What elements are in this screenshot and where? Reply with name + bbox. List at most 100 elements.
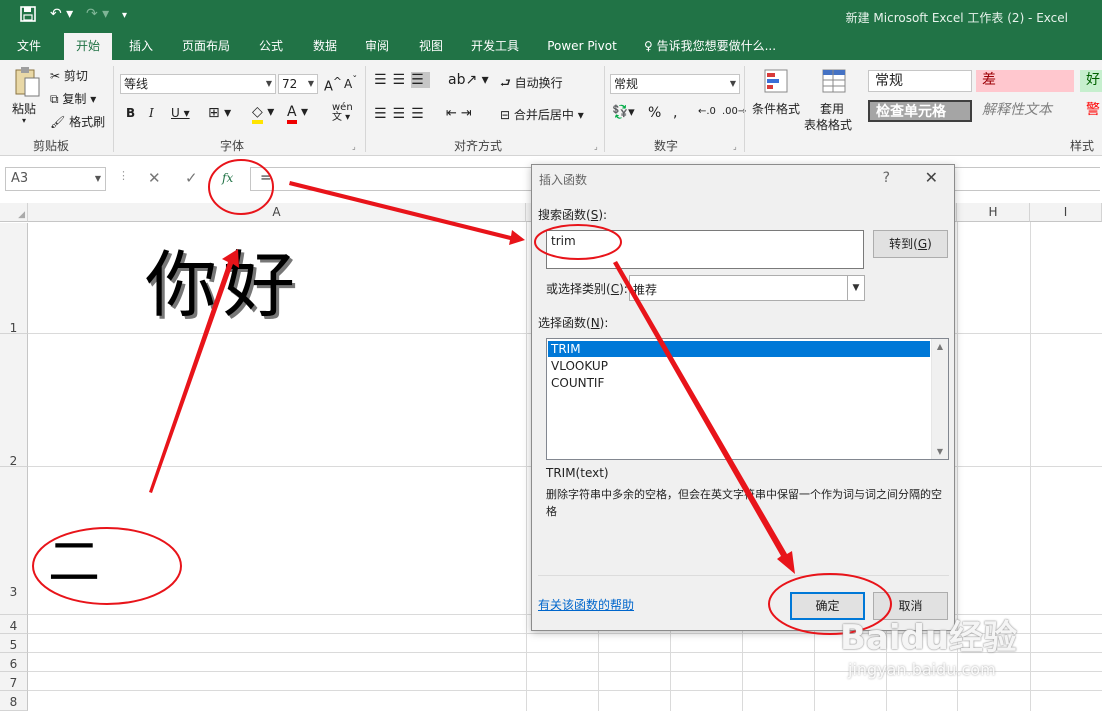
row-header-7[interactable]: 7 [0,672,28,691]
watermark-url: jingyan.baidu.com [848,660,996,679]
style-warning[interactable]: 警 [1080,100,1102,122]
save-icon[interactable] [20,6,36,26]
bold-icon[interactable]: B [126,106,135,120]
font-color-icon[interactable]: A ▾ [287,104,308,124]
category-select[interactable]: 推荐 ▼ [629,275,865,301]
tab-file[interactable]: 文件 [8,33,50,60]
select-all-corner[interactable]: ◢ [0,203,28,222]
tab-formulas[interactable]: 公式 [250,33,292,60]
cancel-formula-icon[interactable]: ✕ [148,169,161,187]
number-dialog-launcher-icon[interactable]: ⌟ [733,142,737,151]
tab-page-layout[interactable]: 页面布局 [176,33,236,60]
tab-view[interactable]: 视图 [410,33,452,60]
row-header-6[interactable]: 6 [0,653,28,672]
ribbon: 粘贴 ▾ ✂ 剪切 ⧉ 复制 ▾ 🖌 格式刷 剪贴板 等线 ▼ 72 ▼ A^ Aˇ… [0,60,1102,156]
dialog-help-button[interactable]: ? [883,170,890,186]
scroll-down-icon[interactable]: ▼ [932,447,948,456]
scroll-up-icon[interactable]: ▲ [932,342,948,351]
paste-button[interactable]: 粘贴 [12,100,36,117]
shrink-font-icon[interactable]: Aˇ [344,75,357,91]
name-box[interactable]: A3 ▼ [5,167,106,191]
style-explanatory[interactable]: 解释性文本 [976,100,1076,122]
function-list-scrollbar[interactable]: ▲ ▼ [931,339,948,459]
conditional-format-icon[interactable] [762,68,792,96]
underline-icon[interactable]: U ▾ [171,106,190,120]
grow-font-icon[interactable]: A^ [324,75,342,94]
function-help-link[interactable]: 有关该函数的帮助 [538,596,634,613]
wrap-text-button[interactable]: ⮐ 自动换行 [500,74,563,95]
go-button[interactable]: 转到(G) [873,230,948,258]
row-header-3[interactable]: 3 [0,467,28,615]
border-icon[interactable]: ⊞ ▾ [208,105,231,121]
tab-data[interactable]: 数据 [304,33,346,60]
table-format-line1[interactable]: 套用 [820,100,844,117]
tab-review[interactable]: 审阅 [356,33,398,60]
search-function-input[interactable]: trim [546,230,864,269]
title-bar: ↶ ▾ ↷ ▾ ▾ 新建 Microsoft Excel 工作表 (2) - E… [0,0,1102,33]
row-header-2[interactable]: 2 [0,334,28,468]
style-bad[interactable]: 差 [976,70,1074,92]
paste-icon[interactable] [12,66,42,97]
style-check-cell[interactable]: 检查单元格 [868,100,972,122]
undo-icon[interactable]: ↶ ▾ [50,6,73,22]
italic-icon[interactable]: I [149,106,154,120]
cell-a1-text[interactable]: 你好 [145,240,301,330]
function-signature: TRIM(text) [546,466,609,480]
function-item-vlookup[interactable]: VLOOKUP [548,358,930,374]
fill-color-icon[interactable]: ◇ ▾ [252,104,274,124]
insert-function-icon[interactable]: fx [222,171,233,185]
tab-developer[interactable]: 开发工具 [464,33,526,60]
style-normal[interactable]: 常规 [868,70,972,92]
function-item-trim[interactable]: TRIM [548,341,930,357]
currency-icon[interactable]: 💱▾ [612,105,635,120]
font-dialog-launcher-icon[interactable]: ⌟ [352,142,356,151]
vertical-align-icons[interactable]: ☰☰☰ [374,72,430,88]
copy-label: 复制 [62,92,87,106]
cut-button[interactable]: ✂ 剪切 [50,67,88,84]
customize-quick-access-icon[interactable]: ▾ [122,10,127,21]
style-good[interactable]: 好 [1080,70,1102,92]
tab-power-pivot[interactable]: Power Pivot [540,33,624,60]
merge-center-button[interactable]: ⊟ 合并后居中 ▾ [500,106,584,123]
table-format-icon[interactable] [820,68,850,96]
increase-decimal-icon[interactable]: ←.0 [698,106,716,117]
orientation-icon[interactable]: ab↗ ▾ [448,72,489,88]
insert-function-dialog: 插入函数 ? ✕ 搜索函数(S): trim 转到(G) 或选择类别(C): 推… [531,164,955,631]
row-header-5[interactable]: 5 [0,634,28,653]
column-header-i[interactable]: I [1030,203,1102,222]
table-format-line2[interactable]: 表格格式 [804,116,852,133]
phonetic-icon[interactable]: wén 文 ▾ [332,103,353,123]
number-format-select[interactable]: 常规 ▼ [610,74,740,94]
close-icon[interactable]: ✕ [925,168,938,187]
font-size-value: 72 [282,77,298,91]
comma-icon[interactable]: , [673,105,677,121]
cell-a3-text[interactable]: 二 [48,528,100,598]
row-header-1[interactable]: 1 [0,223,28,335]
format-painter-label: 格式刷 [69,115,106,129]
enter-formula-icon[interactable]: ✓ [185,169,198,187]
font-size-select[interactable]: 72 ▼ [278,74,318,94]
conditional-format-button[interactable]: 条件格式 [752,100,800,117]
function-list[interactable]: TRIM VLOOKUP COUNTIF ▲ ▼ [546,338,949,460]
decrease-decimal-icon[interactable]: .00→ [722,106,746,117]
redo-icon[interactable]: ↷ ▾ [86,6,109,22]
row-header-8[interactable]: 8 [0,691,28,711]
wrap-text-label: 自动换行 [514,76,563,90]
font-name-select[interactable]: 等线 ▼ [120,74,276,94]
function-item-countif[interactable]: COUNTIF [548,375,930,391]
tab-insert[interactable]: 插入 [120,33,162,60]
column-header-h[interactable]: H [957,203,1030,222]
format-painter-button[interactable]: 🖌 格式刷 [50,113,105,130]
cut-label: 剪切 [63,69,88,83]
alignment-dialog-launcher-icon[interactable]: ⌟ [594,142,598,151]
horizontal-align-icons[interactable]: ☰☰☰ [374,106,430,122]
percent-icon[interactable]: % [648,105,661,121]
column-header-a[interactable]: A [28,203,526,222]
copy-button[interactable]: ⧉ 复制 ▾ [50,90,96,107]
row-header-4[interactable]: 4 [0,615,28,634]
tab-home[interactable]: 开始 [64,33,112,60]
copy-icon: ⧉ [50,92,59,106]
paste-dropdown-icon[interactable]: ▾ [22,116,26,125]
tell-me-search[interactable]: ♀ 告诉我您想要做什么... [644,33,776,60]
indent-icons[interactable]: ⇤⇥ [446,106,476,121]
